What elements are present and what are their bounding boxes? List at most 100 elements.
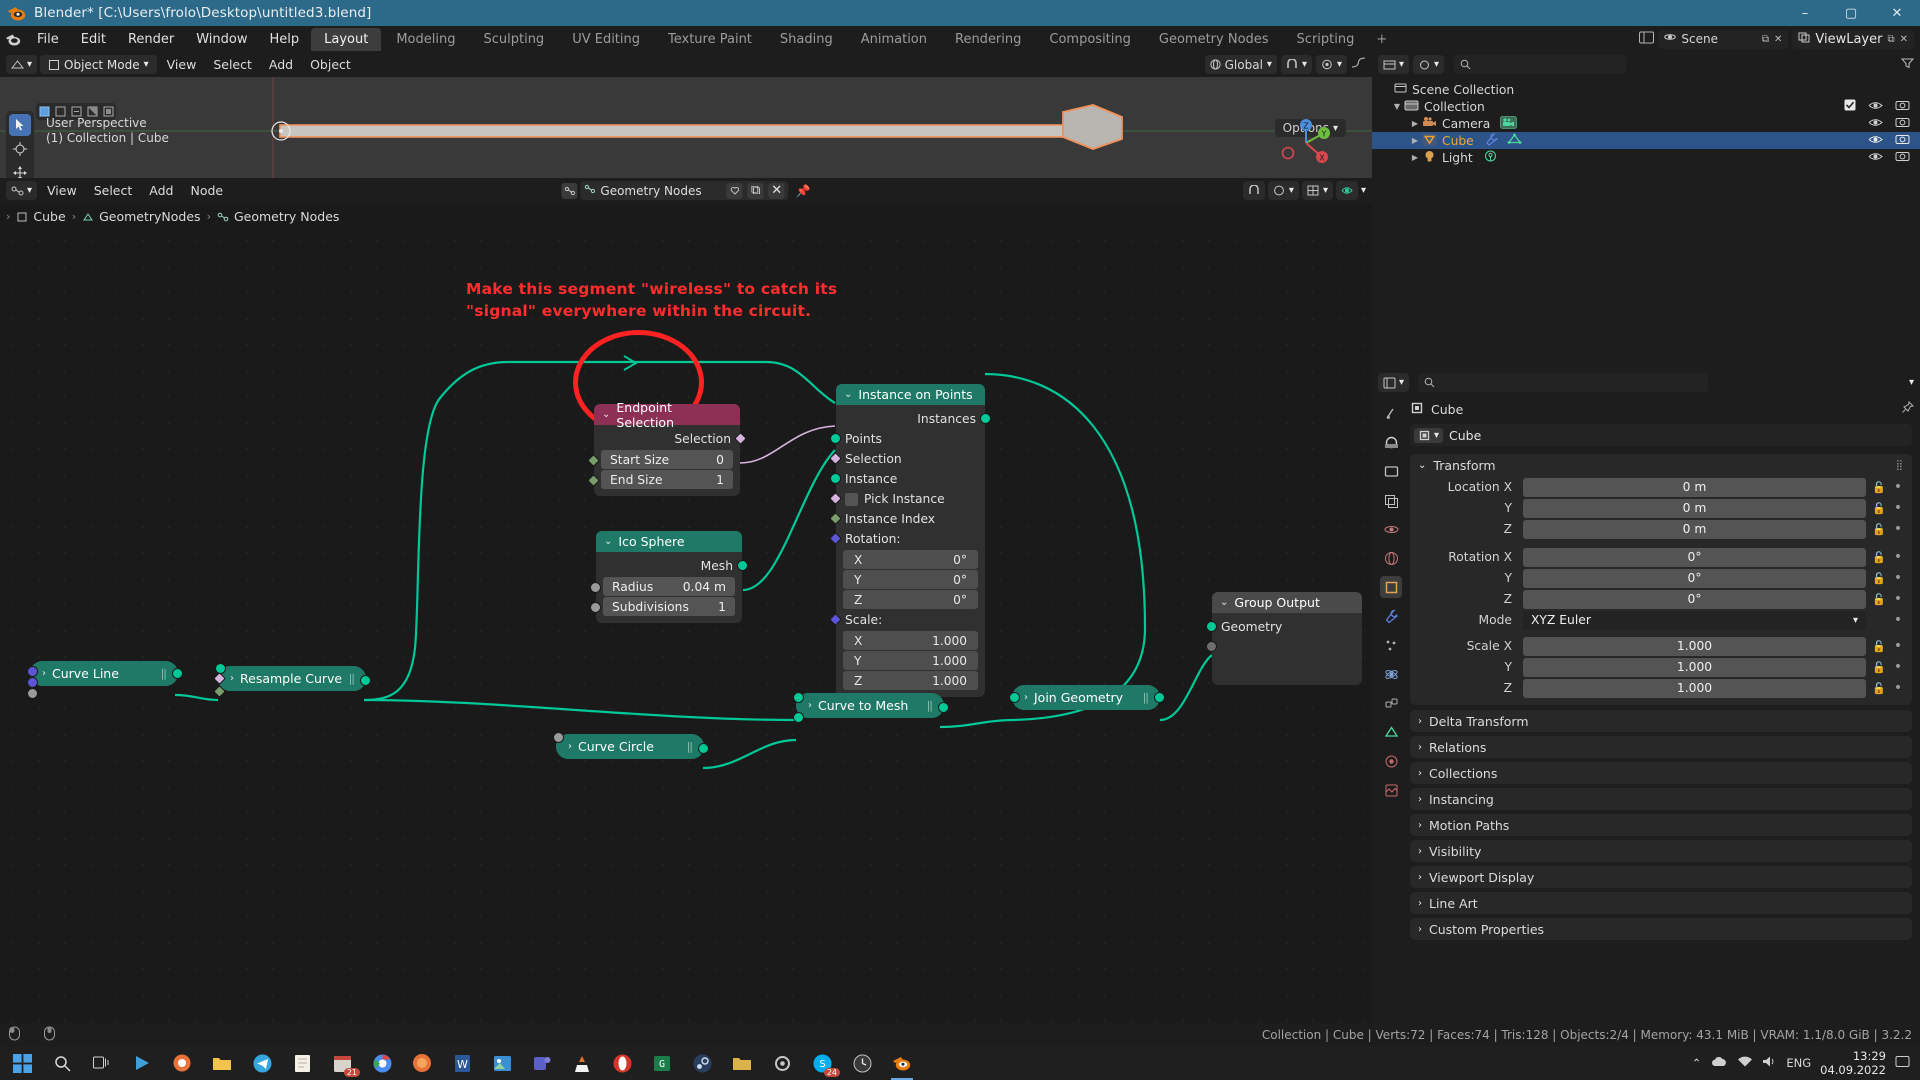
lock-icon[interactable]: 🔓 <box>1871 502 1887 515</box>
node-curve-circle[interactable]: › Curve Circle || <box>553 732 709 759</box>
expand-chevron-icon[interactable]: › <box>1418 846 1422 857</box>
viewlayer-new-icon[interactable]: ⧉ <box>1887 34 1894 45</box>
panel-delta-transform[interactable]: › Delta Transform <box>1410 710 1912 732</box>
prop-row-location-x[interactable]: Location X 0 m 🔓 • <box>1410 477 1904 497</box>
socket-subdivisions[interactable] <box>590 602 601 613</box>
socket-row-instances[interactable]: Instances <box>836 409 991 429</box>
socket-row-instance[interactable]: Instance <box>830 469 985 489</box>
animate-dot-icon[interactable]: • <box>1892 659 1904 675</box>
header-collapse-icon[interactable]: ▾ <box>1361 185 1366 196</box>
expand-chevron-icon[interactable]: › <box>1024 692 1028 703</box>
terminal-icon[interactable]: G <box>642 1046 682 1080</box>
geometry-node-editor[interactable]: ▾ View Select Add Node Geometry Nodes ⧉ … <box>0 178 1372 1023</box>
animate-dot-icon[interactable]: • <box>1892 591 1904 607</box>
node-tree-fake-user-icon[interactable] <box>726 182 743 199</box>
scale-y-field[interactable]: Y 1.000 <box>843 651 978 670</box>
location-x-value[interactable]: 0 m <box>1523 477 1866 497</box>
menu-edit[interactable]: Edit <box>70 29 117 50</box>
panel-motion-paths[interactable]: › Motion Paths <box>1410 814 1912 836</box>
properties-search-input[interactable] <box>1418 373 1709 392</box>
panel-relations[interactable]: › Relations <box>1410 736 1912 758</box>
collapse-chevron-icon[interactable]: ⌄ <box>1220 597 1228 608</box>
chrome-icon[interactable] <box>362 1046 402 1080</box>
animate-dot-icon[interactable]: • <box>1892 549 1904 565</box>
socket-pick-instance[interactable] <box>829 492 842 505</box>
field-subdivisions[interactable]: Subdivisions 1 <box>603 597 735 616</box>
prop-row-location-y[interactable]: Y 0 m 🔓 • <box>1410 498 1904 518</box>
collapse-icon[interactable]: ▼ <box>1390 102 1404 111</box>
socket-instances-geometry[interactable] <box>980 413 991 424</box>
rotation-z-field[interactable]: Z 0° <box>843 590 978 609</box>
panel-collections[interactable]: › Collections <box>1410 762 1912 784</box>
prop-row-scale-y[interactable]: Y 1.000 🔓 • <box>1410 657 1904 677</box>
camera-data-icon[interactable] <box>1500 115 1518 132</box>
transform-orientation-selector[interactable]: Global ▾ <box>1204 55 1277 74</box>
node-tree-type-icon[interactable] <box>561 182 578 199</box>
rotation-y-value[interactable]: 0° <box>1523 568 1866 588</box>
overlay-node-toggle[interactable]: ▾ <box>1267 181 1299 200</box>
pin-icon[interactable]: 📌 <box>796 184 811 198</box>
photos-icon[interactable] <box>482 1046 522 1080</box>
tool-move-icon[interactable] <box>9 162 31 178</box>
expand-chevron-icon[interactable]: › <box>808 700 812 711</box>
clock-app-icon[interactable] <box>842 1046 882 1080</box>
animate-dot-icon[interactable]: • <box>1892 680 1904 696</box>
node-tree-copy-icon[interactable]: ⧉ <box>747 182 764 199</box>
pin-properties-icon[interactable] <box>1901 400 1915 417</box>
search-icon[interactable] <box>42 1046 82 1080</box>
properties-options-chevron-icon[interactable]: ▾ <box>1909 377 1914 388</box>
transform-panel-header[interactable]: ⌄ Transform ⣿ <box>1410 454 1912 476</box>
menu-window[interactable]: Window <box>185 29 258 50</box>
snap-node-icon[interactable] <box>1242 181 1265 200</box>
node-menu-select[interactable]: Select <box>87 181 140 200</box>
minimize-button[interactable]: – <box>1782 0 1828 26</box>
rotation-y-field[interactable]: Y 0° <box>843 570 978 589</box>
prop-row-rotation-x[interactable]: Rotation X 0° 🔓 • <box>1410 547 1904 567</box>
node-join-geometry[interactable]: › Join Geometry || <box>1009 685 1165 710</box>
outliner-row-camera[interactable]: ▶ Camera <box>1372 115 1920 132</box>
breadcrumb-item-tree[interactable]: Geometry Nodes <box>217 209 339 224</box>
expand-icon[interactable]: ▶ <box>1408 136 1422 145</box>
socket-join-geometry-out[interactable] <box>1154 692 1165 703</box>
collection-eye-icon[interactable] <box>1868 100 1883 114</box>
close-button[interactable]: ✕ <box>1874 0 1920 26</box>
workspace-tab-shading[interactable]: Shading <box>767 28 846 51</box>
animate-dot-icon[interactable]: • <box>1892 612 1904 628</box>
workspace-tab-layout[interactable]: Layout <box>311 27 382 51</box>
socket-row-selection[interactable]: Selection <box>829 449 985 469</box>
tab-physics-icon[interactable] <box>1380 663 1402 685</box>
field-end-size[interactable]: End Size 1 <box>601 470 733 489</box>
prop-row-rotation-z[interactable]: Z 0° 🔓 • <box>1410 589 1904 609</box>
outliner-filter-icon[interactable] <box>1900 57 1915 73</box>
viewer-node-icon[interactable] <box>1335 181 1358 200</box>
workspace-tab-texture-paint[interactable]: Texture Paint <box>655 28 765 51</box>
socket-curve-to-mesh-out[interactable] <box>938 702 949 713</box>
add-workspace-button[interactable]: + <box>1368 29 1395 50</box>
tab-object-data-icon[interactable] <box>1380 721 1402 743</box>
node-header-instance-on-points[interactable]: ⌄ Instance on Points <box>836 384 985 405</box>
folder-icon[interactable] <box>722 1046 762 1080</box>
node-instance-on-points[interactable]: ⌄ Instance on Points Instances Points Se… <box>829 384 991 697</box>
viewport-menu-add[interactable]: Add <box>262 55 300 74</box>
prop-row-scale-x[interactable]: Scale X 1.000 🔓 • <box>1410 636 1904 656</box>
camera-render-icon[interactable] <box>1895 116 1910 131</box>
scene-new-icon[interactable]: ⧉ <box>1762 34 1769 45</box>
navigation-gizmo[interactable]: Y Z X <box>1278 115 1334 171</box>
socket-curve-line-start[interactable] <box>27 666 38 677</box>
tab-scene-icon[interactable] <box>1380 518 1402 540</box>
collection-camera-icon[interactable] <box>1895 99 1910 114</box>
notes-icon[interactable] <box>282 1046 322 1080</box>
lock-icon[interactable]: 🔓 <box>1871 593 1887 606</box>
opera-icon[interactable] <box>602 1046 642 1080</box>
mesh-data-icon[interactable] <box>1507 133 1522 149</box>
node-menu-add[interactable]: Add <box>142 181 180 200</box>
properties-editor[interactable]: ▾ ▾ Cube ▾ Cube ⌄ Transform ⣿ Location X… <box>1372 370 1920 1023</box>
taskbar-clock[interactable]: 13:29 04.09.2022 <box>1820 1049 1886 1077</box>
tab-material-icon[interactable] <box>1380 750 1402 772</box>
lock-icon[interactable]: 🔓 <box>1871 572 1887 585</box>
socket-row-virtual[interactable] <box>1206 637 1362 657</box>
scene-selector[interactable]: Scene ⧉ ✕ <box>1658 29 1789 49</box>
field-radius[interactable]: Radius 0.04 m <box>603 577 735 596</box>
panel-visibility[interactable]: › Visibility <box>1410 840 1912 862</box>
node-curve-line[interactable]: › Curve Line || <box>27 661 183 699</box>
